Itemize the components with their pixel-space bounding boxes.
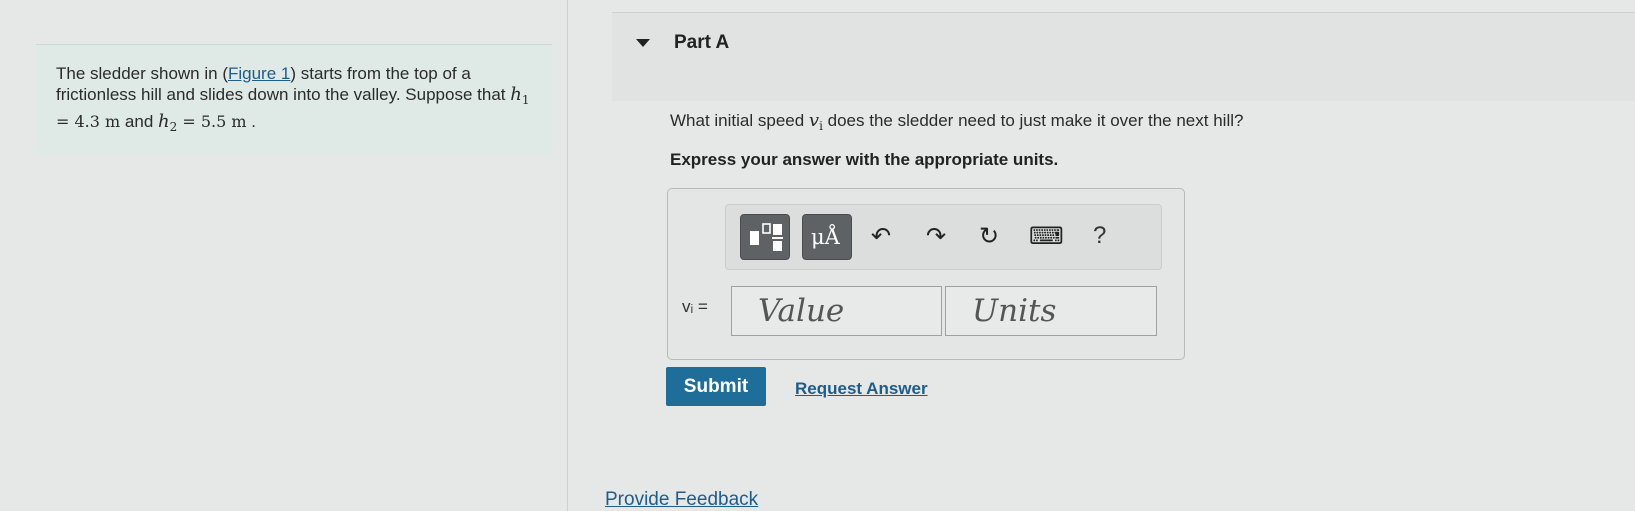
figure-link[interactable]: Figure 1 [228, 64, 290, 83]
problem-text-end: . [246, 112, 256, 131]
question-text-end: does the sledder need to just make it ov… [822, 111, 1244, 130]
answer-instruction: Express your answer with the appropriate… [670, 150, 1059, 169]
keyboard-icon[interactable]: ⌨ [1029, 223, 1064, 249]
part-a-header[interactable]: Part A [612, 12, 1635, 101]
templates-glyph-icon [750, 223, 783, 251]
h1-symbol: h [510, 84, 522, 105]
submit-button[interactable]: Submit [666, 367, 766, 406]
and-text: and [120, 112, 159, 131]
question-variable: v [808, 110, 820, 131]
units-button[interactable]: μÅ [802, 214, 852, 260]
problem-text-start: The sledder shown in ( [56, 64, 228, 83]
question-text: What initial speed vi does the sledder n… [670, 110, 1243, 133]
answer-variable-label: vᵢ = [682, 297, 708, 316]
problem-panel: The sledder shown in (Figure 1) starts f… [36, 44, 552, 155]
h1-subscript: 1 [521, 93, 530, 107]
math-toolbar: μÅ ↶ ↷ ↻ ⌨ ? [725, 204, 1162, 270]
h2-value: = 5.5 m [177, 112, 247, 131]
units-icon: μÅ [811, 225, 840, 249]
help-icon[interactable]: ? [1093, 223, 1106, 249]
problem-statement: The sledder shown in (Figure 1) starts f… [56, 63, 536, 138]
h1-value: = 4.3 m [56, 112, 121, 131]
fraction-templates-icon[interactable] [740, 214, 790, 260]
h2-symbol: h [158, 111, 170, 132]
redo-icon[interactable]: ↷ [926, 223, 946, 249]
answer-box: μÅ ↶ ↷ ↻ ⌨ ? vᵢ = Value Units [667, 188, 1185, 360]
provide-feedback-link[interactable]: Provide Feedback [605, 489, 758, 511]
reset-icon[interactable]: ↻ [979, 223, 999, 249]
value-input[interactable]: Value [731, 286, 942, 336]
units-input[interactable]: Units [945, 286, 1157, 336]
collapse-caret-icon[interactable] [636, 39, 650, 47]
question-text-start: What initial speed [670, 111, 809, 130]
undo-icon[interactable]: ↶ [871, 223, 891, 249]
part-title: Part A [674, 32, 730, 53]
request-answer-link[interactable]: Request Answer [795, 379, 928, 399]
panel-divider [567, 0, 568, 511]
